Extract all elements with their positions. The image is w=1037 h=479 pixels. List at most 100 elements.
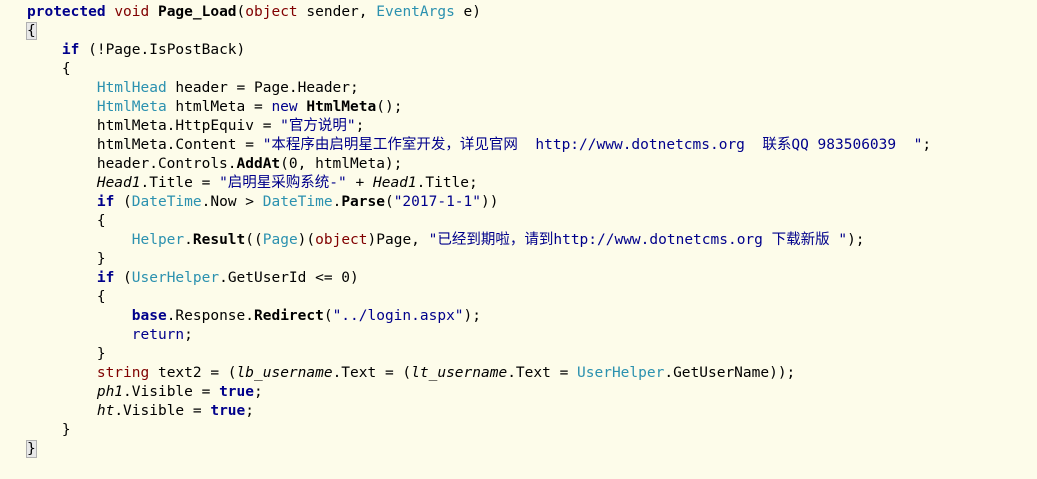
code-token: header.Controls. (27, 156, 237, 172)
code-token-type: UserHelper (577, 365, 665, 381)
code-line[interactable]: if (UserHelper.GetUserId <= 0) (27, 269, 359, 288)
code-token-method: Result (192, 232, 246, 248)
code-token: .Visible = (123, 384, 220, 400)
code-token-str: "../login.aspx" (332, 308, 464, 324)
code-token-kw: base (131, 308, 167, 324)
code-line[interactable]: ph1.Visible = true; (27, 383, 263, 402)
code-token-method: Page_Load (157, 4, 237, 20)
code-line[interactable]: HtmlMeta htmlMeta = new HtmlMeta(); (27, 98, 403, 117)
code-line[interactable]: if (DateTime.Now > DateTime.Parse("2017-… (27, 193, 499, 212)
code-token-italic: Head1 (372, 175, 417, 191)
code-token: ; (245, 403, 254, 419)
code-editor[interactable]: protected void Page_Load(object sender, … (0, 0, 1037, 479)
code-line[interactable]: } (26, 440, 37, 459)
code-token: ( (384, 194, 394, 210)
code-token: .Visible = (114, 403, 211, 419)
code-token: ; (355, 118, 365, 134)
code-token: (!Page.IsPostBack) (79, 42, 246, 58)
code-token: } (27, 251, 106, 267)
code-token-brace-hl: } (26, 440, 37, 458)
code-token: ( (323, 308, 333, 324)
code-line[interactable]: { (26, 22, 37, 41)
code-token: . (332, 194, 342, 210)
code-token-type: DateTime (262, 194, 333, 210)
code-token-kw: if (96, 194, 115, 210)
code-token: .Title = (140, 175, 220, 191)
code-token: (); (376, 99, 403, 115)
code-line[interactable]: } (27, 250, 106, 269)
code-token: header = Page.Header; (166, 80, 359, 96)
code-line[interactable]: header.Controls.AddAt(0, htmlMeta); (27, 155, 403, 174)
code-token: .Now > (201, 194, 263, 210)
code-line[interactable]: { (27, 212, 106, 231)
code-token-method: HtmlMeta (306, 99, 377, 115)
code-line[interactable]: { (27, 288, 106, 307)
code-token-italic: ht (96, 403, 115, 419)
code-line[interactable]: { (27, 60, 71, 79)
code-line[interactable]: } (27, 345, 106, 364)
code-token: . (184, 232, 193, 248)
code-token-method: AddAt (236, 156, 281, 172)
code-token-str: "官方说明" (280, 118, 356, 134)
code-line[interactable]: htmlMeta.HttpEquiv = "官方说明"; (27, 117, 365, 136)
code-line[interactable]: protected void Page_Load(object sender, … (27, 3, 481, 22)
code-token: ( (114, 194, 132, 210)
code-token: ); (463, 308, 481, 324)
code-token: (( (245, 232, 263, 248)
code-line[interactable]: Helper.Result((Page)(object)Page, "已经到期啦… (27, 231, 865, 250)
code-token-typekw: object (315, 232, 368, 248)
code-token: } (27, 422, 71, 438)
code-line[interactable]: base.Response.Redirect("../login.aspx"); (27, 307, 481, 326)
code-token-brace-hl: { (26, 22, 37, 40)
code-token: ; (922, 137, 932, 153)
code-token-italic: lb_username (236, 365, 333, 381)
code-token: htmlMeta.Content = (27, 137, 263, 153)
code-token: .Title; (416, 175, 478, 191)
code-line[interactable]: string text2 = (lb_username.Text = (lt_u… (27, 364, 795, 383)
code-token-kw: if (96, 270, 115, 286)
code-token: )( (297, 232, 316, 248)
code-token: } (27, 346, 106, 362)
code-token: e) (454, 4, 482, 20)
code-line[interactable]: Head1.Title = "启明星采购系统-" + Head1.Title; (27, 174, 478, 193)
code-token-kw2: return (131, 327, 185, 343)
code-token: ; (184, 327, 193, 343)
code-line[interactable]: return; (27, 326, 193, 345)
code-token-italic: lt_username (411, 365, 508, 381)
code-token: (0, htmlMeta); (280, 156, 403, 172)
code-token-typekw: void (114, 4, 150, 20)
code-token: { (27, 213, 106, 229)
code-token: { (27, 289, 106, 305)
code-token: { (27, 61, 71, 77)
code-token-kw: protected (27, 4, 106, 20)
code-line[interactable]: HtmlHead header = Page.Header; (27, 79, 359, 98)
code-token-str: "本程序由启明星工作室开发，详见官网 http://www.dotnetcms.… (262, 137, 923, 153)
code-token-str: "启明星采购系统-" (219, 175, 347, 191)
code-token-str: "2017-1-1" (393, 194, 482, 210)
code-token-type: UserHelper (131, 270, 220, 286)
code-line[interactable]: if (!Page.IsPostBack) (27, 41, 245, 60)
code-line[interactable]: ht.Visible = true; (27, 402, 254, 421)
code-line[interactable]: htmlMeta.Content = "本程序由启明星工作室开发，详见官网 ht… (27, 136, 931, 155)
code-token-typekw: string (96, 365, 150, 381)
code-token: htmlMeta.HttpEquiv = (27, 118, 281, 134)
code-token: .GetUserName)); (664, 365, 796, 381)
code-token-type: EventArgs (376, 4, 455, 20)
code-token-method: Parse (341, 194, 385, 210)
code-line[interactable]: } (27, 421, 71, 440)
code-token: + (346, 175, 373, 191)
code-token-type: Helper (131, 232, 185, 248)
code-token: .Response. (166, 308, 254, 324)
code-token: )) (481, 194, 499, 210)
code-token: htmlMeta = (166, 99, 272, 115)
